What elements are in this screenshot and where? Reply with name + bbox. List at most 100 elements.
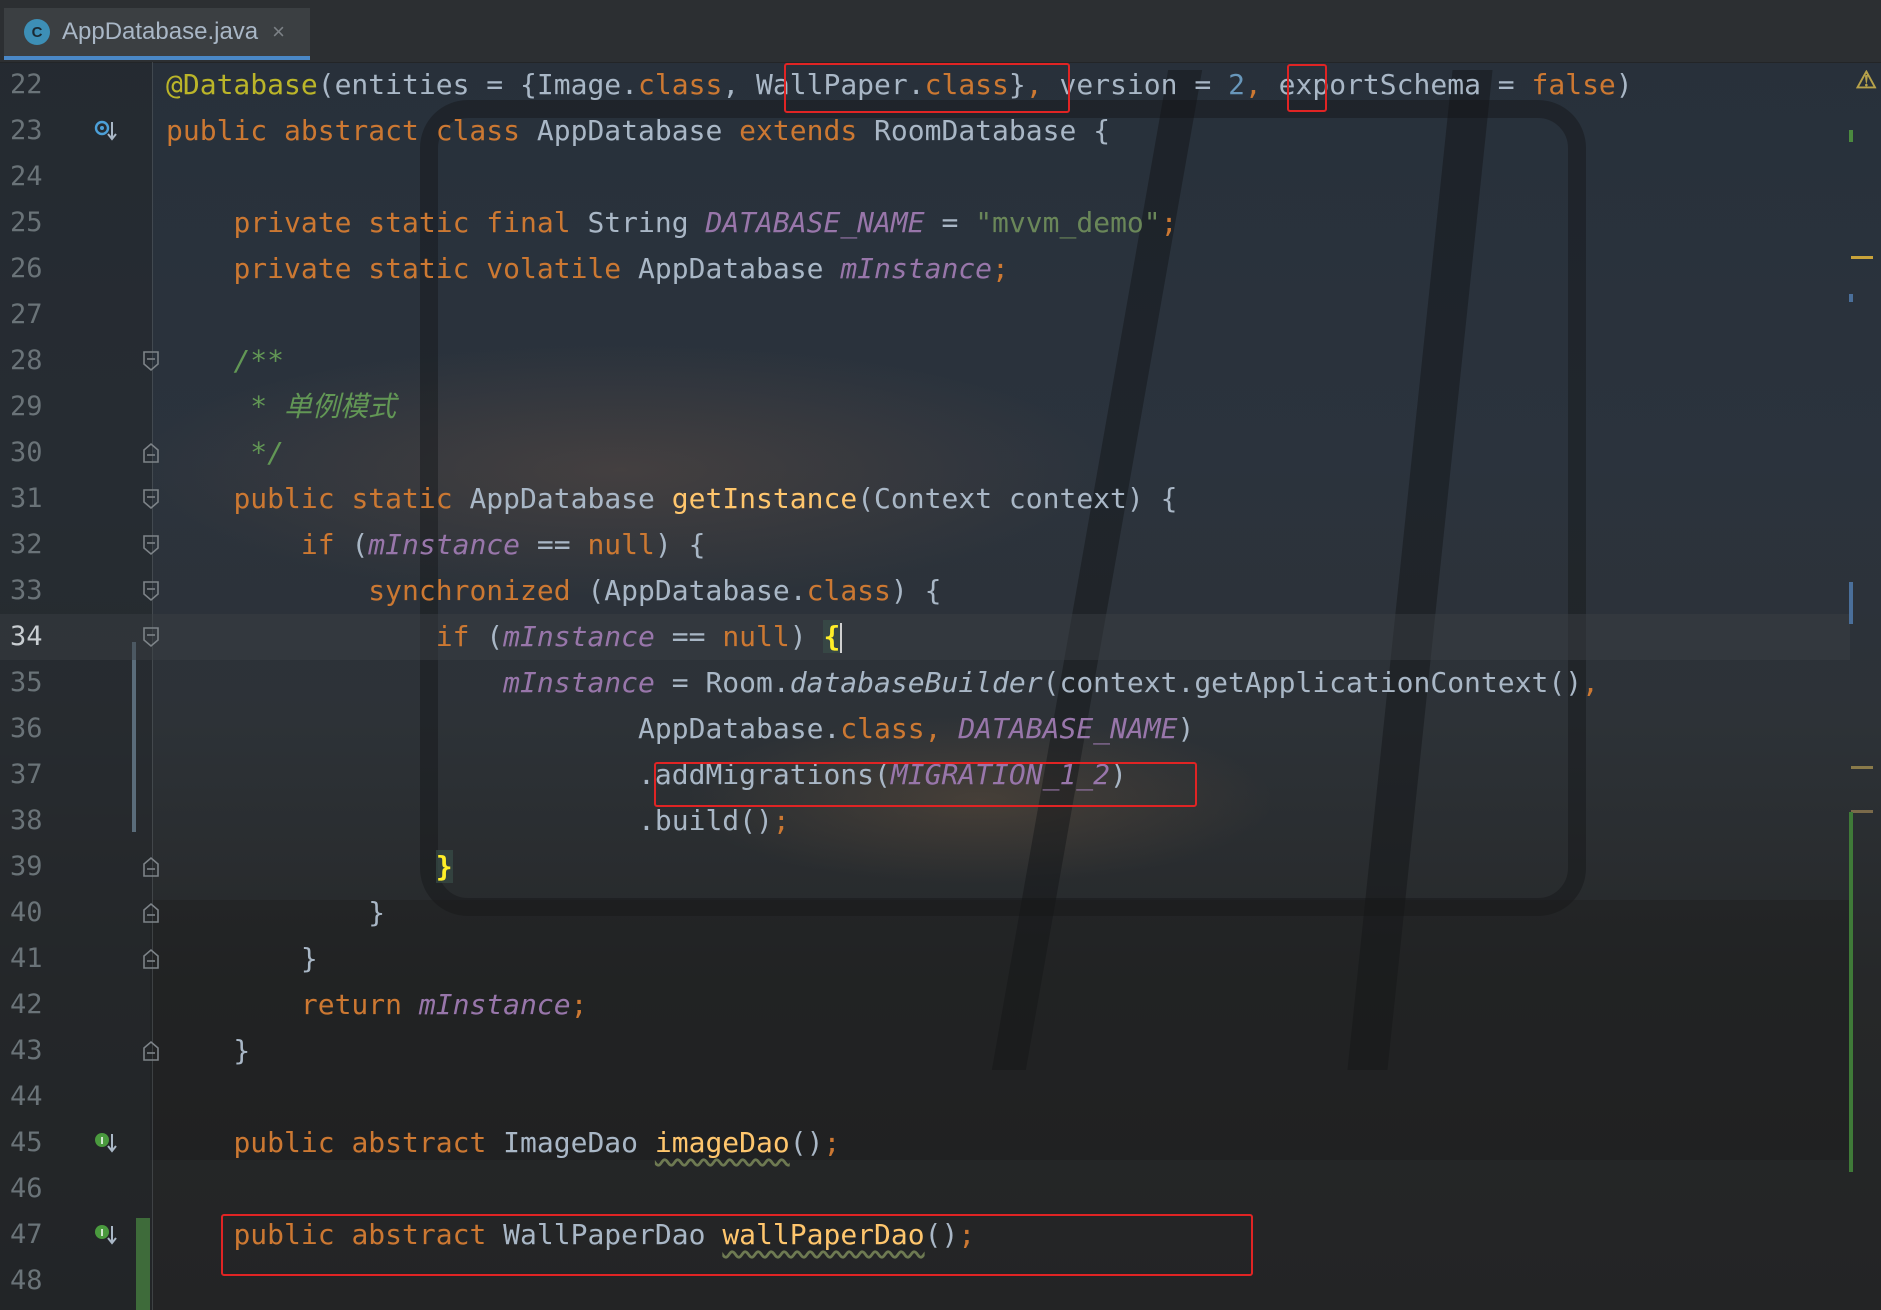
code-text[interactable]: } <box>166 890 385 936</box>
file-tab-appdatabase[interactable]: C AppDatabase.java × <box>4 8 310 60</box>
fold-open-icon[interactable] <box>142 534 160 556</box>
code-text[interactable]: return mInstance; <box>166 982 588 1028</box>
code-line[interactable]: 42 return mInstance; <box>0 982 1850 1028</box>
code-line[interactable]: 27 <box>0 292 1850 338</box>
code-text[interactable]: synchronized (AppDatabase.class) { <box>166 568 941 614</box>
code-text[interactable]: } <box>166 936 318 982</box>
line-number[interactable]: 40 <box>10 890 50 936</box>
code-text[interactable]: @Database(entities = {Image.class, WallP… <box>166 62 1633 108</box>
line-number[interactable]: 26 <box>10 246 50 292</box>
code-line[interactable]: 47 I public abstract WallPaperDao wallPap… <box>0 1212 1850 1258</box>
implements-method-icon[interactable]: I <box>94 1131 118 1155</box>
line-number[interactable]: 34 <box>10 614 50 660</box>
code-line[interactable]: 26 private static volatile AppDatabase m… <box>0 246 1850 292</box>
line-number[interactable]: 41 <box>10 936 50 982</box>
line-number[interactable]: 28 <box>10 338 50 384</box>
code-text[interactable]: private static volatile AppDatabase mIns… <box>166 246 1008 292</box>
stripe-marker[interactable] <box>1849 294 1853 302</box>
line-number[interactable]: 30 <box>10 430 50 476</box>
code-line[interactable]: 35 mInstance = Room.databaseBuilder(cont… <box>0 660 1850 706</box>
fold-open-icon[interactable] <box>142 626 160 648</box>
line-number[interactable]: 46 <box>10 1166 50 1212</box>
line-number[interactable]: 32 <box>10 522 50 568</box>
line-number[interactable]: 37 <box>10 752 50 798</box>
stripe-marker[interactable] <box>1851 766 1873 769</box>
code-line[interactable]: 48 <box>0 1258 1850 1304</box>
line-number[interactable]: 29 <box>10 384 50 430</box>
fold-open-icon[interactable] <box>142 350 160 372</box>
fold-close-icon[interactable] <box>142 1040 160 1062</box>
code-text[interactable]: public abstract class AppDatabase extend… <box>166 108 1110 154</box>
code-line[interactable]: 43 } <box>0 1028 1850 1074</box>
code-text[interactable]: } <box>166 1028 250 1074</box>
line-number[interactable]: 38 <box>10 798 50 844</box>
code-text[interactable]: public static AppDatabase getInstance(Co… <box>166 476 1177 522</box>
code-line[interactable]: 34 if (mInstance == null) { <box>0 614 1850 660</box>
implemented-by-icon[interactable] <box>94 119 118 143</box>
code-line[interactable]: 25 private static final String DATABASE_… <box>0 200 1850 246</box>
line-number[interactable]: 35 <box>10 660 50 706</box>
code-text[interactable]: private static final String DATABASE_NAM… <box>166 200 1177 246</box>
line-number[interactable]: 42 <box>10 982 50 1028</box>
line-number[interactable]: 25 <box>10 200 50 246</box>
code-text[interactable]: /** <box>166 338 284 384</box>
line-number[interactable]: 44 <box>10 1074 50 1120</box>
line-number[interactable]: 27 <box>10 292 50 338</box>
stripe-marker[interactable] <box>1849 812 1853 1172</box>
code-line[interactable]: 31 public static AppDatabase getInstance… <box>0 476 1850 522</box>
code-line[interactable]: 23 public abstract class AppDatabase exte… <box>0 108 1850 154</box>
code-text[interactable]: mInstance = Room.databaseBuilder(context… <box>166 660 1599 706</box>
code-text[interactable]: * 单例模式 <box>166 384 396 430</box>
code-line[interactable]: 41 } <box>0 936 1850 982</box>
line-number[interactable]: 43 <box>10 1028 50 1074</box>
line-number[interactable]: 24 <box>10 154 50 200</box>
fold-close-icon[interactable] <box>142 902 160 924</box>
line-number[interactable]: 33 <box>10 568 50 614</box>
line-number[interactable]: 39 <box>10 844 50 890</box>
code-text[interactable]: .addMigrations(MIGRATION_1_2) <box>166 752 1127 798</box>
line-number[interactable]: 23 <box>10 108 50 154</box>
code-line[interactable]: 28 /** <box>0 338 1850 384</box>
fold-close-icon[interactable] <box>142 856 160 878</box>
fold-close-icon[interactable] <box>142 948 160 970</box>
line-number[interactable]: 36 <box>10 706 50 752</box>
fold-open-icon[interactable] <box>142 580 160 602</box>
code-line[interactable]: 39 } <box>0 844 1850 890</box>
stripe-marker[interactable] <box>1851 256 1873 259</box>
code-line[interactable]: 38 .build(); <box>0 798 1850 844</box>
code-line[interactable]: 36 AppDatabase.class, DATABASE_NAME) <box>0 706 1850 752</box>
code-text[interactable]: public abstract ImageDao imageDao(); <box>166 1120 840 1166</box>
line-number[interactable]: 47 <box>10 1212 50 1258</box>
line-number[interactable]: 48 <box>10 1258 50 1304</box>
implements-method-icon[interactable]: I <box>94 1223 118 1247</box>
code-line[interactable]: 45 I public abstract ImageDao imageDao(); <box>0 1120 1850 1166</box>
code-line[interactable]: 46 <box>0 1166 1850 1212</box>
code-text[interactable]: public abstract WallPaperDao wallPaperDa… <box>166 1212 975 1258</box>
code-text[interactable]: AppDatabase.class, DATABASE_NAME) <box>166 706 1194 752</box>
warning-icon[interactable]: ⚠ <box>1855 66 1877 95</box>
code-line[interactable]: 44 <box>0 1074 1850 1120</box>
error-stripe[interactable] <box>1845 62 1881 1310</box>
code-text[interactable]: if (mInstance == null) { <box>166 522 706 568</box>
line-number[interactable]: 45 <box>10 1120 50 1166</box>
code-line[interactable]: 22 @Database(entities = {Image.class, Wal… <box>0 62 1850 108</box>
fold-open-icon[interactable] <box>142 488 160 510</box>
code-text[interactable]: */ <box>166 430 284 476</box>
code-line[interactable]: 40 } <box>0 890 1850 936</box>
code-line[interactable]: 33 synchronized (AppDatabase.class) { <box>0 568 1850 614</box>
code-editor[interactable]: 22 @Database(entities = {Image.class, Wal… <box>0 62 1881 1310</box>
code-line[interactable]: 30 */ <box>0 430 1850 476</box>
code-line[interactable]: 29 * 单例模式 <box>0 384 1850 430</box>
line-number[interactable]: 31 <box>10 476 50 522</box>
code-text[interactable]: } <box>166 844 453 890</box>
code-text[interactable]: .build(); <box>166 798 790 844</box>
code-line[interactable]: 37 .addMigrations(MIGRATION_1_2) <box>0 752 1850 798</box>
stripe-marker[interactable] <box>1849 582 1853 624</box>
stripe-marker[interactable] <box>1849 130 1853 142</box>
fold-close-icon[interactable] <box>142 442 160 464</box>
code-line[interactable]: 32 if (mInstance == null) { <box>0 522 1850 568</box>
code-line[interactable]: 24 <box>0 154 1850 200</box>
stripe-marker[interactable] <box>1851 810 1873 813</box>
code-text[interactable]: if (mInstance == null) { <box>166 614 843 660</box>
line-number[interactable]: 22 <box>10 62 50 108</box>
